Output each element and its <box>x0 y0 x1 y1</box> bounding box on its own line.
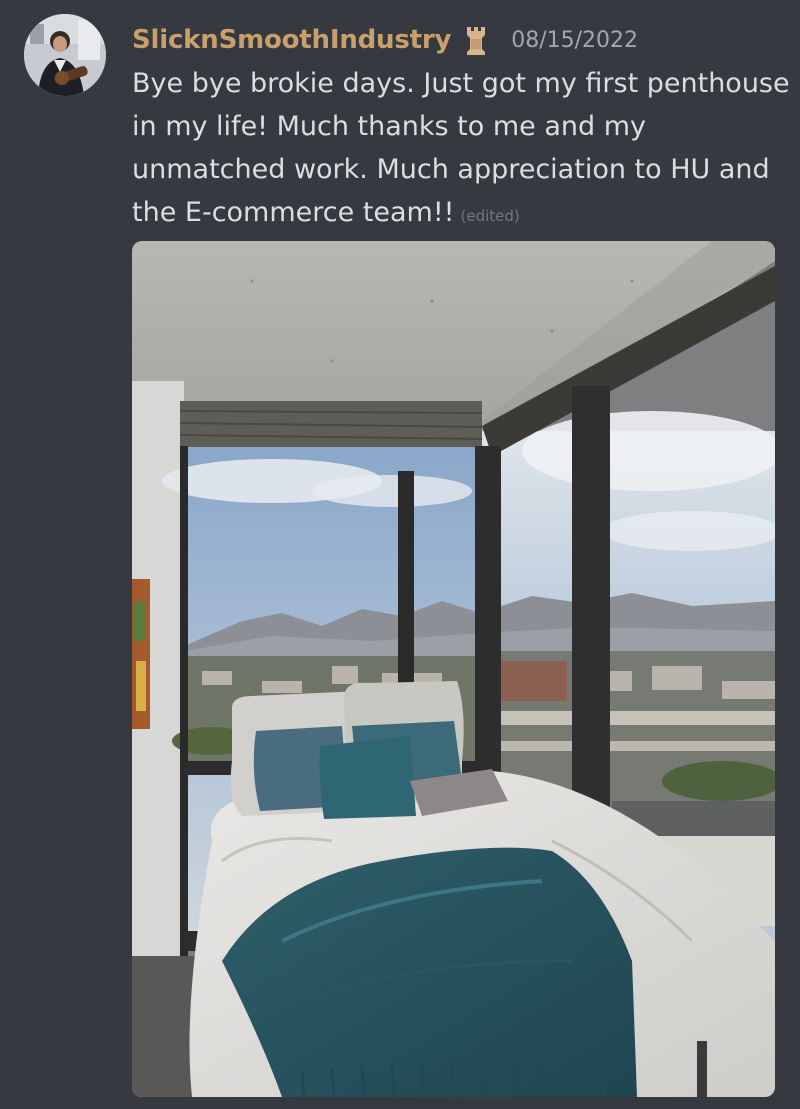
user-avatar[interactable] <box>24 14 106 96</box>
image-attachment[interactable] <box>132 241 775 1097</box>
message-header: SlicknSmoothIndustry 08/15/2022 <box>132 22 638 58</box>
chat-message: SlicknSmoothIndustry 08/15/2022 Bye bye … <box>0 0 800 1109</box>
message-text: Bye bye brokie days. Just got my first p… <box>132 68 790 228</box>
avatar-image <box>24 14 106 96</box>
photo-icon <box>132 241 775 1097</box>
username[interactable]: SlicknSmoothIndustry <box>132 25 451 55</box>
chess-rook-icon[interactable] <box>463 23 489 57</box>
edited-label: (edited) <box>460 207 520 225</box>
message-timestamp[interactable]: 08/15/2022 <box>511 28 638 53</box>
message-content: Bye bye brokie days. Just got my first p… <box>132 62 792 238</box>
